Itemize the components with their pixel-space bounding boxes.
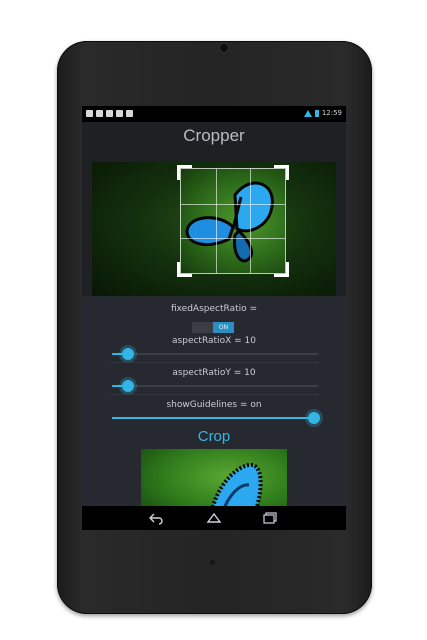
system-icons: 12:59 xyxy=(303,109,342,117)
crop-handle-top-right[interactable] xyxy=(274,165,289,180)
butterfly-in-crop xyxy=(185,181,274,263)
fixed-aspect-label: fixedAspectRatio = xyxy=(170,304,258,314)
guidelines-fill xyxy=(112,417,314,419)
page-title: Cropper xyxy=(183,126,245,145)
home-icon[interactable] xyxy=(206,511,222,525)
divider xyxy=(110,394,318,395)
crop-handle-bottom-left[interactable] xyxy=(177,262,192,277)
crop-handle-top-left[interactable] xyxy=(177,165,192,180)
guidelines-thumb[interactable] xyxy=(307,412,320,424)
guidelines-slider[interactable] xyxy=(112,412,320,424)
wifi-icon xyxy=(303,109,312,117)
guideline-vertical xyxy=(250,169,252,273)
notification-icon xyxy=(86,110,93,117)
screen: 12:59 Cropper fixedAspectRatio = ON aspe… xyxy=(82,106,346,530)
back-icon[interactable] xyxy=(148,511,164,525)
front-camera xyxy=(220,44,228,52)
notification-icon xyxy=(96,110,103,117)
notification-icons xyxy=(86,110,133,117)
aspect-x-slider[interactable] xyxy=(112,348,318,360)
guidelines-label: showGuidelines = on xyxy=(166,400,262,410)
status-bar: 12:59 xyxy=(82,106,346,122)
aspect-y-slider[interactable] xyxy=(112,380,318,392)
settings-panel: fixedAspectRatio = ON aspectRatioX = 10 … xyxy=(82,296,346,530)
fixed-aspect-toggle[interactable]: ON xyxy=(192,322,234,333)
notification-icon xyxy=(126,110,133,117)
aspect-y-thumb[interactable] xyxy=(122,380,135,392)
crop-button[interactable]: Crop xyxy=(82,428,346,445)
aspect-y-label: aspectRatioY = 10 xyxy=(172,368,256,378)
divider xyxy=(110,362,318,363)
crop-handle-bottom-right[interactable] xyxy=(274,262,289,277)
clock: 12:59 xyxy=(321,109,342,117)
guideline-horizontal xyxy=(181,203,285,205)
notification-icon xyxy=(106,110,113,117)
aspect-x-label: aspectRatioX = 10 xyxy=(172,336,256,346)
recent-apps-icon[interactable] xyxy=(262,511,278,525)
battery-icon xyxy=(314,109,319,117)
guideline-vertical xyxy=(215,169,217,273)
sensor-dot xyxy=(210,560,215,565)
navigation-bar xyxy=(82,506,346,530)
guideline-horizontal xyxy=(181,238,285,240)
toggle-on-state: ON xyxy=(213,322,234,333)
crop-window[interactable] xyxy=(177,165,289,277)
aspect-x-thumb[interactable] xyxy=(122,348,135,360)
notification-icon xyxy=(116,110,123,117)
crop-image-view[interactable] xyxy=(92,162,336,296)
